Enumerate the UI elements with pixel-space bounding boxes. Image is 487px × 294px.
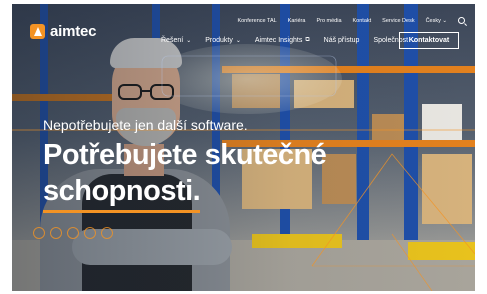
chevron-down-icon: ⌄	[442, 17, 447, 24]
logo-mark-icon	[30, 24, 45, 39]
language-label: Česky	[425, 17, 441, 24]
language-selector[interactable]: Česky ⌄	[426, 18, 447, 24]
hero-section: aimtec Konference TAL Kariéra Pro média …	[12, 4, 475, 291]
topnav-link-media[interactable]: Pro média	[316, 18, 341, 24]
nav-item-label: Řešení	[161, 37, 184, 44]
brand-logo[interactable]: aimtec	[30, 23, 97, 40]
topnav-link-career[interactable]: Kariéra	[288, 18, 306, 24]
top-utility-nav: Konference TAL Kariéra Pro média Kontakt…	[237, 17, 465, 24]
main-nav: Řešení ⌄ Produkty ⌄ Aimtec Insights ⧉ Ná…	[161, 37, 416, 44]
hero-subline: Nepotřebujete jen další software.	[43, 117, 248, 133]
circle-outline	[84, 227, 96, 239]
nav-item-approach[interactable]: Náš přístup	[324, 37, 360, 44]
contact-button[interactable]: Kontaktovat	[399, 32, 459, 49]
chevron-down-icon: ⌄	[186, 38, 192, 44]
hero-headline: Potřebujete skutečné schopnosti.	[43, 137, 327, 213]
hero-headline-line2: schopnosti.	[43, 173, 201, 213]
topnav-link-conference[interactable]: Konference TAL	[237, 18, 276, 24]
topnav-link-service-desk[interactable]: Service Desk	[382, 18, 414, 24]
nav-item-solutions[interactable]: Řešení ⌄	[161, 37, 191, 44]
circle-outline	[33, 227, 45, 239]
hero-headline-line1: Potřebujete skutečné	[43, 139, 327, 171]
external-link-icon: ⧉	[305, 37, 310, 43]
nav-item-label: Náš přístup	[323, 37, 360, 44]
circle-outline	[101, 227, 113, 239]
nav-item-insights[interactable]: Aimtec Insights ⧉	[255, 37, 310, 44]
search-icon[interactable]	[458, 17, 465, 24]
nav-item-products[interactable]: Produkty ⌄	[205, 37, 241, 44]
nav-item-label: Produkty	[205, 37, 233, 44]
nav-item-label: Aimtec Insights	[254, 37, 303, 44]
brand-name: aimtec	[50, 23, 97, 40]
topnav-link-contact[interactable]: Kontakt	[353, 18, 372, 24]
circle-outline	[50, 227, 62, 239]
decorative-circles	[33, 227, 113, 239]
chevron-down-icon: ⌄	[235, 38, 241, 44]
circle-outline	[67, 227, 79, 239]
